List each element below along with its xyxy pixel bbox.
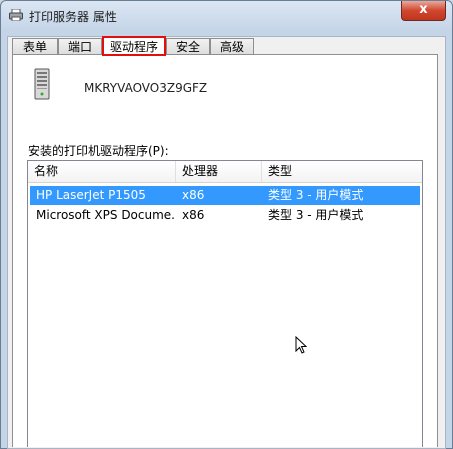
tab-drivers[interactable]: 驱动程序 (102, 36, 166, 56)
installed-drivers-label: 安装的打印机驱动程序(P): (28, 144, 169, 158)
driver-name: Microsoft XPS Docume... (36, 208, 176, 222)
driver-name: HP LaserJet P1505 (36, 188, 146, 202)
window-title: 打印服务器 属性 (29, 10, 117, 24)
mouse-pointer-icon (295, 336, 307, 354)
driver-processor: x86 (182, 188, 205, 202)
table-row[interactable]: HP LaserJet P1505 x86 类型 3 - 用户模式 (30, 186, 420, 205)
tab-ports[interactable]: 端口 (58, 38, 102, 54)
drivers-list[interactable]: 名称 处理器 类型 HP LaserJet P1505 x86 类型 3 - 用… (27, 160, 423, 447)
server-computer-icon (34, 68, 50, 100)
server-name: MKRYVAOVO3Z9GFZ (84, 81, 208, 95)
close-button[interactable]: x (401, 1, 446, 21)
tab-advanced[interactable]: 高级 (210, 38, 254, 54)
driver-type: 类型 3 - 用户模式 (268, 188, 364, 202)
list-header: 名称 处理器 类型 (28, 161, 422, 183)
table-row[interactable]: Microsoft XPS Docume... x86 类型 3 - 用户模式 (30, 206, 420, 225)
driver-processor: x86 (182, 208, 205, 222)
column-header-name[interactable]: 名称 (28, 161, 176, 182)
column-header-type[interactable]: 类型 (262, 161, 422, 182)
driver-type: 类型 3 - 用户模式 (268, 208, 364, 222)
printer-icon (9, 9, 23, 21)
column-header-processor[interactable]: 处理器 (176, 161, 262, 182)
title-bar[interactable]: 打印服务器 属性 x (1, 1, 452, 31)
tab-forms[interactable]: 表单 (12, 38, 58, 54)
tab-security[interactable]: 安全 (166, 38, 210, 54)
